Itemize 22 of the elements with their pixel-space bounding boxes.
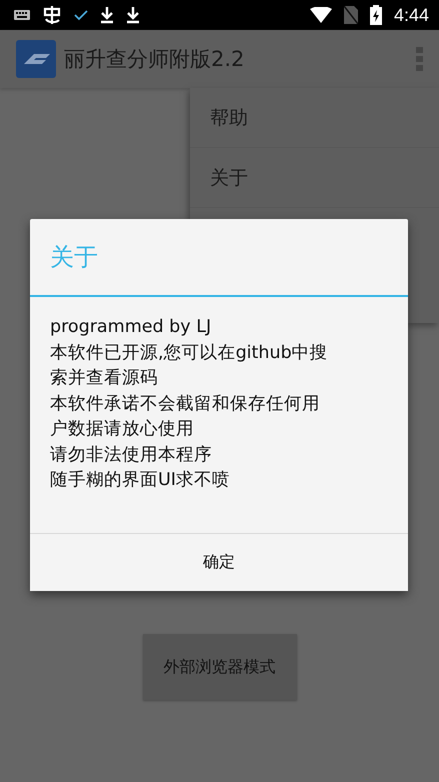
dialog-text: 本软件已开源,您可以在github中搜 (50, 342, 329, 364)
dialog-title: 关于 (30, 219, 408, 297)
wifi-icon (310, 7, 332, 23)
battery-charging-icon (370, 5, 382, 25)
dialog-text: 请勿非法使用本程序 (50, 444, 213, 466)
download-icon (100, 6, 114, 24)
download-icon (126, 6, 140, 24)
browser-mode-button[interactable]: 外部浏览器模式 (142, 634, 296, 700)
dialog-text: 随手糊的界面UI求不喷 (50, 469, 231, 492)
ok-button[interactable]: 确定 (30, 533, 408, 591)
app-title: 丽升查分师附版2.2 (64, 46, 246, 73)
no-sim-icon (344, 6, 358, 24)
dialog-text: 本软件承诺不会截留和保存任何用 (50, 392, 321, 416)
dialog-text: 索并查看源码 (50, 367, 159, 390)
dialog-text: 户数据请放心使用 (50, 418, 195, 441)
check-icon (74, 9, 88, 21)
status-time: 4:44 (394, 4, 429, 26)
menu-item[interactable]: 帮助 (190, 88, 439, 148)
logo-icon (16, 40, 56, 78)
menu-item[interactable]: 关于 (190, 148, 439, 208)
keyboard-icon (14, 10, 30, 20)
dialog-text: programmed by LJ (50, 316, 212, 339)
